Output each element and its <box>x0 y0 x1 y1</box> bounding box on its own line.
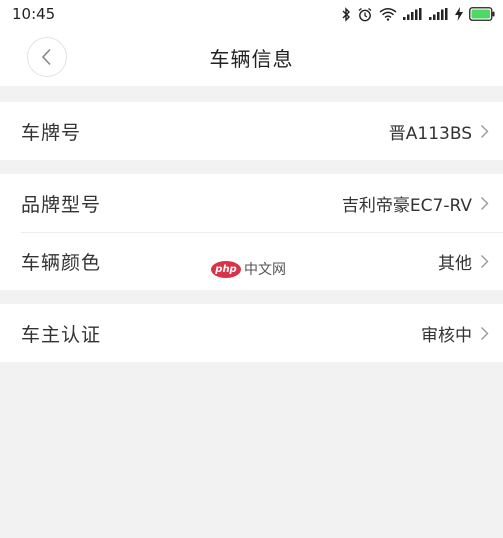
row-license-plate[interactable]: 车牌号 晋A113BS <box>0 102 503 160</box>
chevron-right-icon <box>481 254 489 268</box>
row-value: 其他 <box>438 253 472 274</box>
status-bar: 10:45 <box>0 0 503 28</box>
page-title: 车辆信息 <box>209 46 294 71</box>
charging-icon <box>455 7 463 21</box>
row-label: 品牌型号 <box>21 193 102 216</box>
row-value: 审核中 <box>421 325 472 346</box>
watermark: php 中文网 <box>211 259 286 279</box>
row-label: 车辆颜色 <box>21 251 102 274</box>
row-brand-model[interactable]: 品牌型号 吉利帝豪EC7-RV <box>0 174 503 232</box>
signal-icon <box>429 8 448 20</box>
chevron-right-icon <box>481 326 489 340</box>
signal-icon <box>403 8 422 20</box>
alarm-icon <box>358 7 372 21</box>
chevron-right-icon <box>481 124 489 138</box>
bluetooth-icon <box>342 6 350 22</box>
screen: 10:45 车辆信息 车牌号 晋A113BS 品牌型号 吉利帝豪EC7-RV 车… <box>0 0 503 538</box>
watermark-logo: php <box>211 260 241 278</box>
status-time: 10:45 <box>12 5 56 23</box>
status-icons <box>341 6 495 22</box>
watermark-text: 中文网 <box>244 262 286 278</box>
section-owner: 车主认证 审核中 <box>0 304 503 362</box>
row-owner-verification[interactable]: 车主认证 审核中 <box>0 304 503 362</box>
nav-bar: 车辆信息 <box>0 28 503 86</box>
row-value: 吉利帝豪EC7-RV <box>341 195 472 216</box>
wifi-icon <box>379 8 397 21</box>
row-value: 晋A113BS <box>388 123 472 144</box>
row-label: 车主认证 <box>21 323 102 346</box>
chevron-right-icon <box>481 196 489 210</box>
back-button[interactable] <box>27 37 67 77</box>
section-plate: 车牌号 晋A113BS <box>0 102 503 160</box>
battery-icon <box>469 7 495 21</box>
row-label: 车牌号 <box>21 121 82 144</box>
chevron-left-icon <box>41 48 51 66</box>
